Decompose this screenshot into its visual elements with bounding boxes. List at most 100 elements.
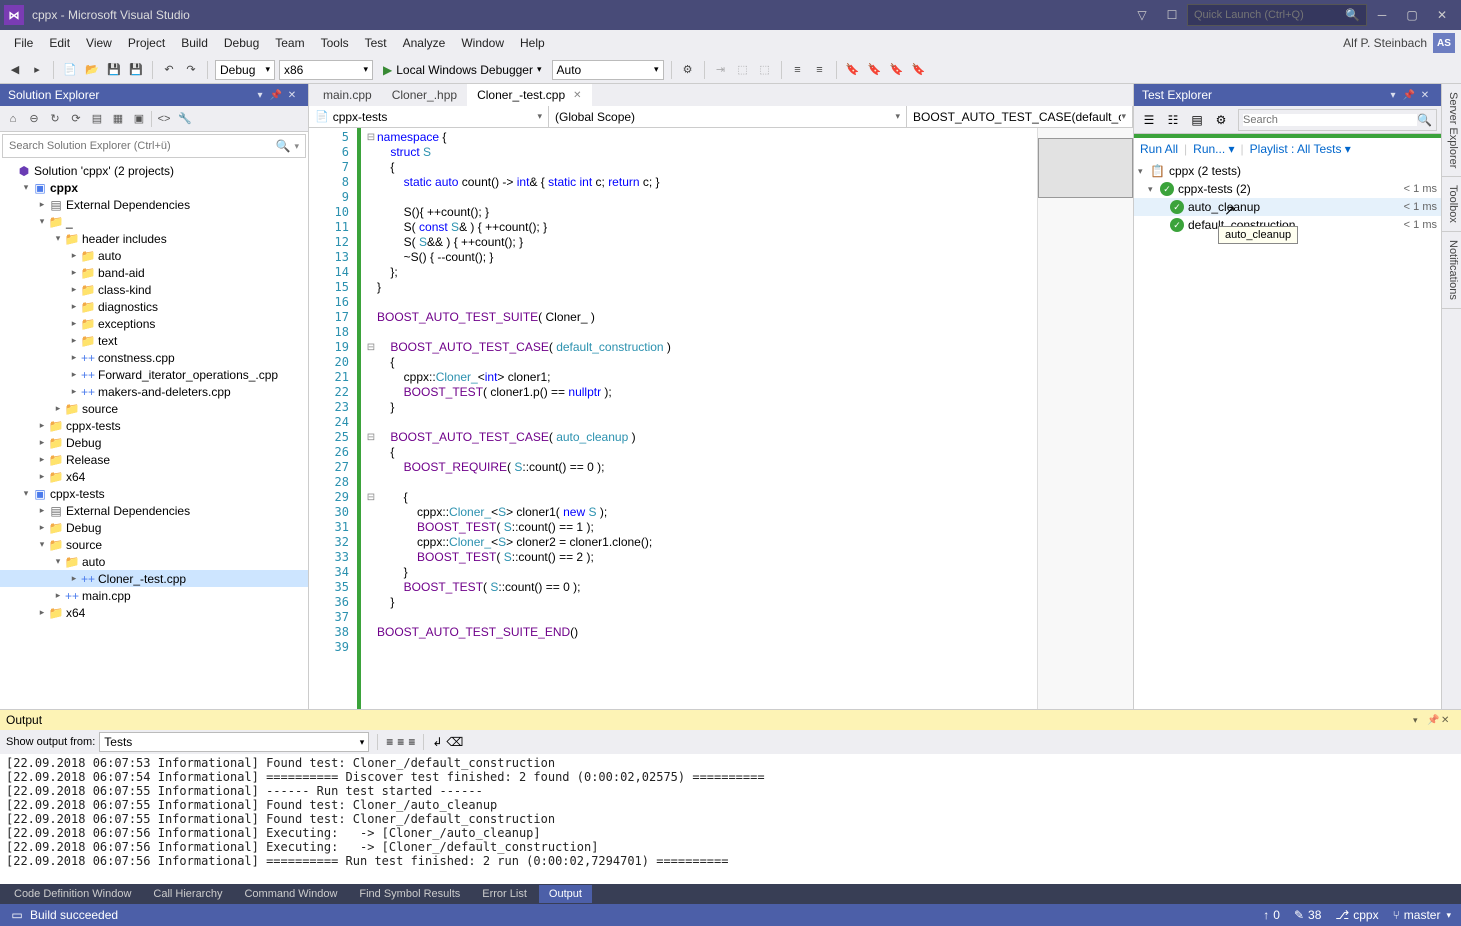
editor-tab[interactable]: main.cpp [313,84,382,106]
bottom-tab[interactable]: Code Definition Window [4,885,141,903]
tree-item[interactable]: ▸📁Release [0,451,308,468]
list-view-icon[interactable]: ☰ [1138,109,1160,131]
tree-item[interactable]: ▸📁band-aid [0,264,308,281]
close-icon[interactable]: ✕ [1417,90,1433,101]
dropdown-icon[interactable]: ▾ [1385,90,1401,101]
menu-view[interactable]: View [78,32,120,54]
rail-tab[interactable]: Notifications [1442,232,1461,309]
bookmark-next-icon[interactable]: 🔖 [888,60,906,80]
rail-tab[interactable]: Toolbox [1442,177,1461,232]
tree-item[interactable]: ▸📁x64 [0,468,308,485]
test-suite[interactable]: ▾✓cppx-tests (2)< 1 ms [1134,180,1441,198]
step-icon[interactable]: ⬚ [734,60,752,80]
output-text[interactable]: [22.09.2018 06:07:53 Informational] Foun… [0,754,1461,884]
bookmark-icon[interactable]: 🔖 [844,60,862,80]
tree-item[interactable]: ▸📁cppx-tests [0,417,308,434]
step-icon[interactable]: ⬚ [756,60,774,80]
test-tree[interactable]: ▾📋cppx (2 tests) ▾✓cppx-tests (2)< 1 ms … [1134,160,1441,709]
tree-item[interactable]: ▾📁auto [0,553,308,570]
hierarchy-view-icon[interactable]: ☷ [1162,109,1184,131]
bottom-tab[interactable]: Call Hierarchy [143,885,232,903]
close-icon[interactable]: ✕ [573,90,581,101]
tree-item[interactable]: ▸++Forward_iterator_operations_.cpp [0,366,308,383]
menu-tools[interactable]: Tools [313,32,357,54]
collapse-icon[interactable]: ⊖ [25,110,43,128]
toggle-icon[interactable]: ≡ [397,735,404,749]
menu-team[interactable]: Team [267,32,312,54]
open-icon[interactable]: 📂 [83,60,101,80]
maximize-button[interactable]: ▢ [1397,5,1427,25]
menu-help[interactable]: Help [512,32,553,54]
properties-icon[interactable]: ▦ [109,110,127,128]
show-all-icon[interactable]: ▤ [88,110,106,128]
step-icon[interactable]: ⇥ [712,60,730,80]
nav-scope-dropdown[interactable]: (Global Scope)▾ [549,106,907,127]
minimap-viewport[interactable] [1038,138,1133,198]
clear-all-icon[interactable]: ⌫ [446,735,463,749]
tree-item[interactable]: ▾📁_ [0,213,308,230]
solution-tree[interactable]: ⬢Solution 'cppx' (2 projects)▾▣cppx▸▤Ext… [0,160,308,709]
test-root[interactable]: ▾📋cppx (2 tests) [1134,162,1441,180]
minimap[interactable] [1037,128,1133,709]
tree-item[interactable]: ▸📁Debug [0,519,308,536]
tree-item[interactable]: ▸📁exceptions [0,315,308,332]
close-icon[interactable]: ✕ [1441,715,1455,726]
run-all-link[interactable]: Run All [1140,142,1178,156]
tree-item[interactable]: ▸📁auto [0,247,308,264]
save-all-icon[interactable]: 💾 [127,60,145,80]
dropdown-icon[interactable]: ▾ [252,90,268,101]
close-icon[interactable]: ✕ [284,90,300,101]
nav-fwd-icon[interactable]: ▸ [28,60,46,80]
menu-test[interactable]: Test [357,32,395,54]
menu-build[interactable]: Build [173,32,216,54]
tree-item[interactable]: ▸++makers-and-deleters.cpp [0,383,308,400]
bookmark-clear-icon[interactable]: 🔖 [910,60,928,80]
outdent-icon[interactable]: ≡ [789,60,807,80]
tree-item[interactable]: ▸📁class-kind [0,281,308,298]
user-avatar[interactable]: AS [1433,33,1455,53]
refresh-icon[interactable]: ⟳ [67,110,85,128]
code-icon[interactable]: <> [155,110,173,128]
test-search-input[interactable] [1243,114,1417,126]
bottom-tab[interactable]: Error List [472,885,537,903]
bottom-tab[interactable]: Command Window [234,885,347,903]
auto-dropdown[interactable]: Auto▾ [552,60,664,80]
test-search[interactable]: 🔍 [1238,109,1437,131]
tree-item[interactable]: ▸++main.cpp [0,587,308,604]
menu-analyze[interactable]: Analyze [395,32,454,54]
tree-item[interactable]: ▸++Cloner_-test.cpp [0,570,308,587]
editor-tab[interactable]: Cloner_-test.cpp✕ [467,84,591,106]
dropdown-icon[interactable]: ▾ [1413,715,1427,726]
preview-icon[interactable]: ▣ [130,110,148,128]
run-link[interactable]: Run... ▾ [1193,142,1234,156]
tree-item[interactable]: ▾▣cppx-tests [0,485,308,502]
bookmark-prev-icon[interactable]: 🔖 [866,60,884,80]
user-name[interactable]: Alf P. Steinbach [1343,36,1427,50]
tree-item[interactable]: ▾▣cppx [0,179,308,196]
tree-item[interactable]: ▸📁text [0,332,308,349]
solution-search[interactable]: 🔍 ▾ [2,134,306,158]
redo-icon[interactable]: ↷ [182,60,200,80]
notifications-icon[interactable]: ▽ [1131,4,1153,26]
wrench-icon[interactable]: 🔧 [176,110,194,128]
tree-item[interactable]: ⬢Solution 'cppx' (2 projects) [0,162,308,179]
publish-status[interactable]: ↑0 [1263,908,1280,922]
changes-status[interactable]: ✎38 [1294,908,1321,922]
wrap-icon[interactable]: ↲ [432,735,442,749]
platform-dropdown[interactable]: x86▾ [279,60,373,80]
rail-tab[interactable]: Server Explorer [1442,84,1461,177]
tree-item[interactable]: ▸++constness.cpp [0,349,308,366]
sync-icon[interactable]: ↻ [46,110,64,128]
home-icon[interactable]: ⌂ [4,110,22,128]
config-dropdown[interactable]: Debug▾ [215,60,275,80]
start-debug-button[interactable]: ▶Local Windows Debugger▾ [377,63,548,77]
menu-debug[interactable]: Debug [216,32,267,54]
toggle-icon[interactable]: ≡ [408,735,415,749]
editor-tab[interactable]: Cloner_.hpp [382,84,467,106]
pin-icon[interactable]: 📌 [1401,90,1417,101]
tree-item[interactable]: ▸📁x64 [0,604,308,621]
tree-item[interactable]: ▸📁source [0,400,308,417]
bottom-tab[interactable]: Find Symbol Results [349,885,470,903]
output-source-dropdown[interactable]: Tests▾ [99,732,369,752]
tree-item[interactable]: ▾📁header includes [0,230,308,247]
